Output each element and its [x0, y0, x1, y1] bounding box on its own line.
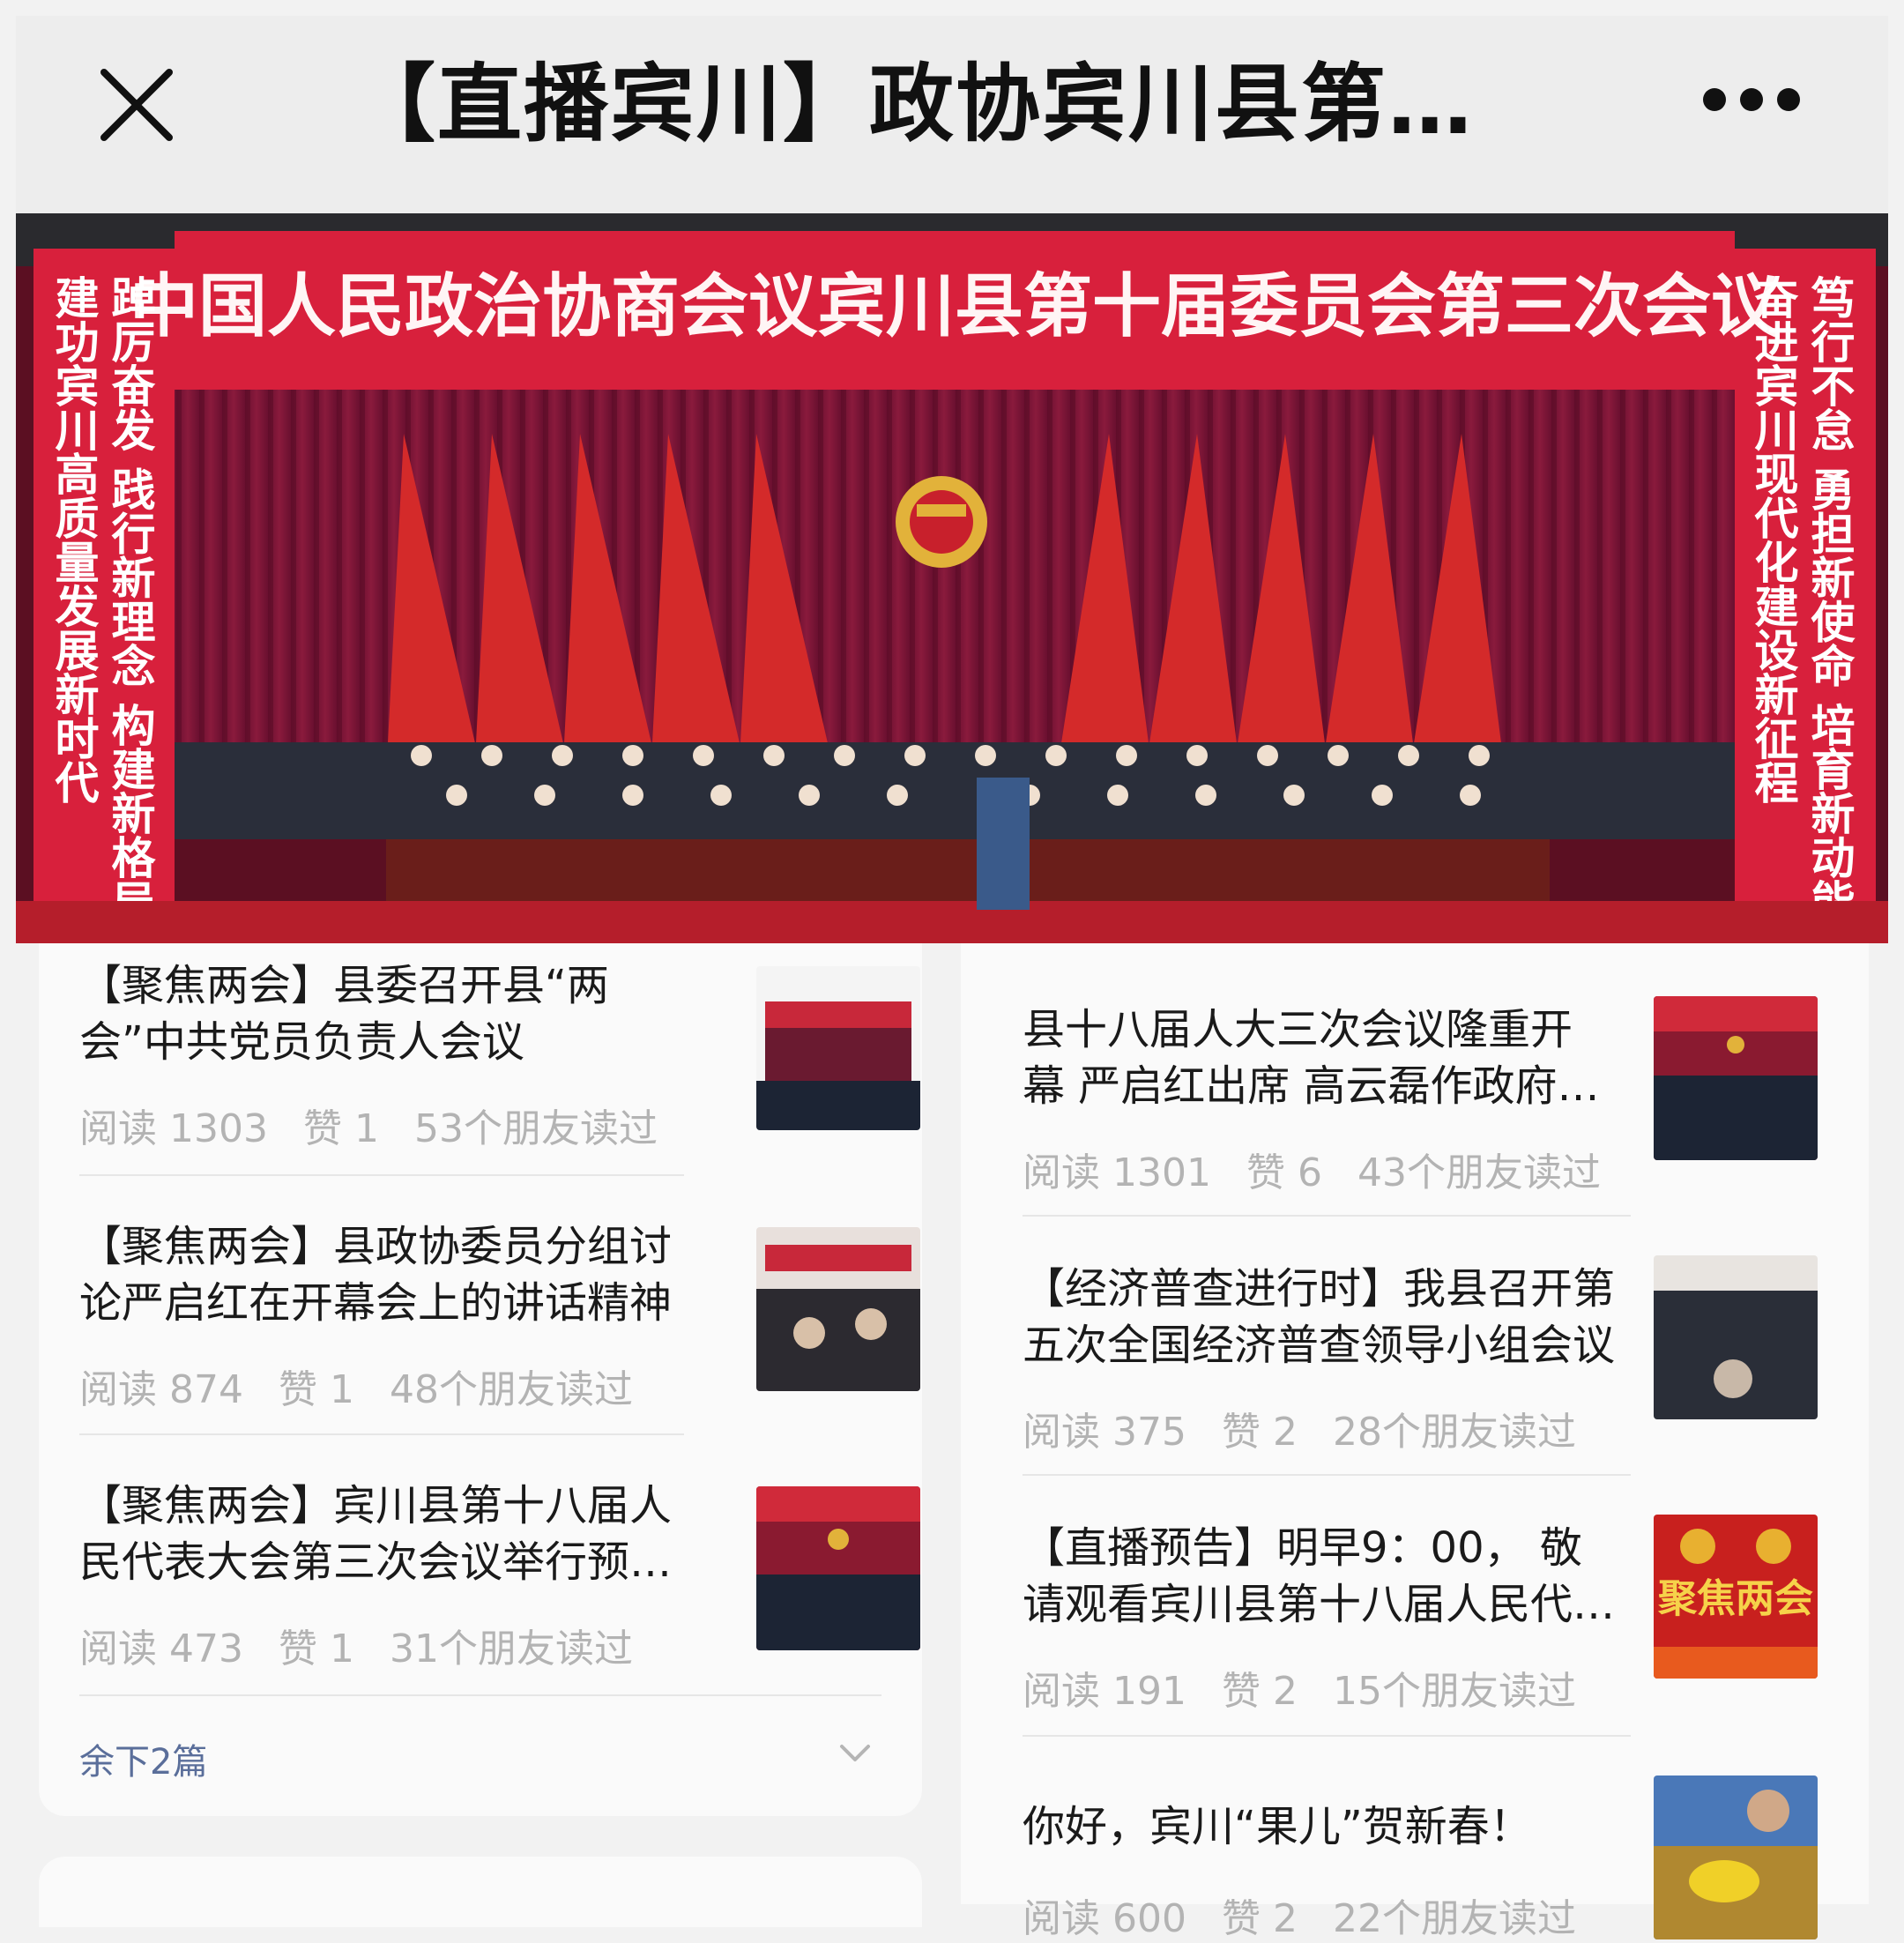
top-bar: 【直播宾川】政协宾川县第十届委员会第三次会议开幕 [16, 16, 1888, 213]
thumbnail-caption: 聚焦两会 [1657, 1577, 1813, 1620]
article-thumbnail [756, 1486, 920, 1650]
hero-banner-left-2: 建功宾川高质量发展新时代 [48, 275, 100, 804]
article-thumbnail [1654, 1255, 1818, 1419]
close-icon[interactable] [97, 65, 176, 145]
article-thumbnail [1654, 1776, 1818, 1939]
article-meta: 阅读 1303 赞 1 53个朋友读过 [79, 1097, 681, 1153]
friends-read: 28个朋友读过 [1332, 1410, 1576, 1455]
list-item[interactable]: 【经济普查进行时】我县召开第五次全国经济普查领导小组会议 阅读 375 赞 2 … [1023, 1255, 1869, 1456]
friends-read: 53个朋友读过 [413, 1106, 658, 1151]
read-count: 阅读 1303 [79, 1106, 268, 1151]
right-article-list: 县十八届人大三次会议隆重开幕 严启红出席 高云磊作政府工作报告 阅读 1301 … [961, 943, 1869, 1941]
article-headline: 【聚焦两会】宾川县第十八届人民代表大会第三次会议举行预备会议 [79, 1481, 673, 1587]
left-article-list: 【聚焦两会】县委召开县“两会”中共党员负责人会议 阅读 1303 赞 1 53个… [39, 943, 922, 1816]
list-item[interactable]: 【聚焦两会】县政协委员分组讨论严启红在开幕会上的讲话精神 阅读 874 赞 1 … [79, 1218, 920, 1414]
like-count: 赞 2 [1221, 1896, 1298, 1941]
article-headline: 【聚焦两会】县政协委员分组讨论严启红在开幕会上的讲话精神 [79, 1222, 673, 1328]
divider [79, 1433, 684, 1435]
article-headline: 你好，宾川“果儿”贺新春！ [1023, 1802, 1532, 1851]
friends-read: 48个朋友读过 [389, 1367, 633, 1412]
hero-image[interactable]: 中国人民政治协商会议宾川县第十届委员会第三次会议 踔厉奋发 践行新理念 构建新格… [16, 213, 1888, 943]
read-count: 阅读 874 [79, 1367, 243, 1412]
like-count: 赞 1 [278, 1627, 354, 1671]
hero-banner-top: 中国人民政治协商会议宾川县第十届委员会第三次会议 [130, 266, 1781, 346]
article-thumbnail [756, 966, 920, 1130]
read-count: 阅读 600 [1023, 1896, 1186, 1941]
hero-banner-right-2: 奋进宾川现代化建设新征程 [1748, 275, 1800, 804]
divider [1023, 1735, 1631, 1737]
list-item[interactable]: 【聚焦两会】县委召开县“两会”中共党员负责人会议 阅读 1303 赞 1 53个… [79, 957, 920, 1153]
article-meta: 阅读 600 赞 2 22个朋友读过 [1023, 1887, 1599, 1943]
more-articles-link[interactable]: 余下2篇 [79, 1733, 207, 1784]
page-title: 【直播宾川】政协宾川县第十届委员会第三次会议开幕 [351, 55, 1553, 153]
article-meta: 阅读 1301 赞 6 43个朋友读过 [1023, 1141, 1624, 1197]
list-item[interactable]: 县十八届人大三次会议隆重开幕 严启红出席 高云磊作政府工作报告 阅读 1301 … [1023, 996, 1869, 1197]
list-item[interactable]: 【直播预告】明早9：00， 敬请观看宾川县第十八届人民代表大会 阅读 191 赞… [1023, 1515, 1869, 1716]
read-count: 阅读 375 [1023, 1410, 1186, 1455]
article-thumbnail [1654, 996, 1818, 1160]
divider [79, 1174, 684, 1176]
read-count: 阅读 473 [79, 1627, 243, 1671]
list-item[interactable]: 【聚焦两会】宾川县第十八届人民代表大会第三次会议举行预备会议 阅读 473 赞 … [79, 1478, 920, 1673]
article-headline: 【直播预告】明早9：00， 敬请观看宾川县第十八届人民代表大会 [1023, 1523, 1616, 1629]
divider [1023, 1215, 1631, 1217]
next-card [39, 1857, 922, 1927]
like-count: 赞 6 [1246, 1150, 1322, 1195]
friends-read: 43个朋友读过 [1357, 1150, 1601, 1195]
read-count: 阅读 191 [1023, 1669, 1186, 1714]
article-thumbnail: 聚焦两会 [1654, 1515, 1818, 1679]
hero-banner-left-1: 踔厉奋发 践行新理念 构建新格局 [105, 275, 157, 923]
more-icon[interactable] [1703, 88, 1800, 115]
article-meta: 阅读 375 赞 2 28个朋友读过 [1023, 1400, 1599, 1456]
article-meta: 阅读 191 赞 2 15个朋友读过 [1023, 1659, 1599, 1716]
article-headline: 县十八届人大三次会议隆重开幕 严启红出席 高云磊作政府工作报告 [1023, 1005, 1600, 1111]
friends-read: 31个朋友读过 [389, 1627, 633, 1671]
divider [79, 1694, 881, 1696]
article-thumbnail [756, 1227, 920, 1391]
like-count: 赞 1 [278, 1367, 354, 1412]
like-count: 赞 2 [1221, 1669, 1298, 1714]
article-meta: 阅读 874 赞 1 48个朋友读过 [79, 1358, 656, 1414]
like-count: 赞 1 [302, 1106, 379, 1151]
read-count: 阅读 1301 [1023, 1150, 1211, 1195]
chevron-down-icon[interactable] [839, 1744, 871, 1763]
article-meta: 阅读 473 赞 1 31个朋友读过 [79, 1617, 656, 1673]
hero-banner-right-1: 笃行不怠 勇担新使命 培育新动能 [1804, 275, 1856, 923]
friends-read: 15个朋友读过 [1332, 1669, 1576, 1714]
like-count: 赞 2 [1221, 1410, 1298, 1455]
article-headline: 【经济普查进行时】我县召开第五次全国经济普查领导小组会议 [1023, 1264, 1616, 1370]
divider [1023, 1474, 1631, 1476]
list-item[interactable]: 你好，宾川“果儿”贺新春！ 阅读 600 赞 2 22个朋友读过 [1023, 1772, 1869, 1941]
friends-read: 22个朋友读过 [1332, 1896, 1576, 1941]
article-headline: 【聚焦两会】县委召开县“两会”中共党员负责人会议 [79, 961, 609, 1067]
